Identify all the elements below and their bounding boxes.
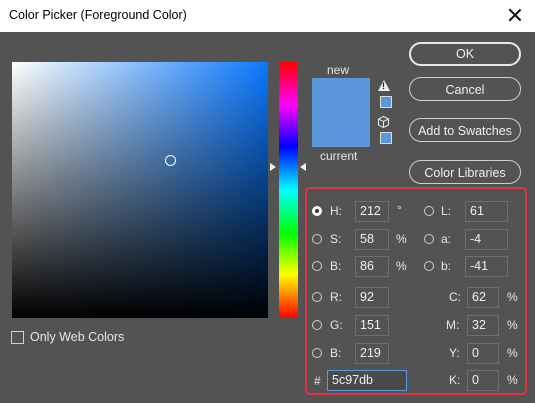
lightness-input[interactable]: 61: [465, 201, 508, 222]
only-web-colors-label: Only Web Colors: [30, 330, 125, 344]
black-input[interactable]: 0: [467, 370, 499, 391]
yellow-input[interactable]: 0: [467, 343, 499, 364]
add-to-swatches-button[interactable]: Add to Swatches: [409, 118, 521, 142]
green-input[interactable]: 151: [355, 315, 389, 336]
brightness-label: B:: [330, 259, 342, 273]
lightness-label: L:: [441, 204, 452, 218]
window-title: Color Picker (Foreground Color): [9, 8, 187, 22]
title-bar: Color Picker (Foreground Color): [0, 0, 535, 32]
green-label: G:: [330, 318, 343, 332]
hue-slider[interactable]: [279, 62, 298, 318]
magenta-unit: %: [507, 318, 518, 332]
color-libraries-button[interactable]: Color Libraries: [409, 160, 521, 184]
color-field[interactable]: [12, 62, 268, 318]
saturation-label: S:: [330, 232, 342, 246]
saturation-input[interactable]: 58: [355, 229, 389, 250]
cyan-unit: %: [507, 290, 518, 304]
magenta-input[interactable]: 32: [467, 315, 499, 336]
brightness-input[interactable]: 86: [355, 256, 389, 277]
web-safe-color-swatch[interactable]: [380, 132, 392, 144]
color-field-cursor[interactable]: [165, 155, 176, 166]
blue-radio[interactable]: [312, 348, 322, 358]
new-color-swatch: [312, 78, 370, 114]
current-color-swatch[interactable]: [312, 114, 370, 147]
cancel-button[interactable]: Cancel: [409, 77, 521, 101]
black-unit: %: [507, 373, 518, 387]
hex-input[interactable]: 5c97db: [327, 370, 407, 391]
red-input[interactable]: 92: [355, 287, 389, 308]
current-color-label: current: [320, 149, 358, 163]
a-channel-label: a:: [441, 232, 452, 246]
red-label: R:: [330, 290, 342, 304]
b-channel-input[interactable]: -41: [465, 256, 508, 277]
yellow-label: Y:: [449, 346, 460, 360]
lightness-radio[interactable]: [424, 206, 434, 216]
a-channel-input[interactable]: -4: [465, 229, 508, 250]
hue-unit: °: [397, 203, 402, 217]
new-color-label: new: [327, 63, 350, 77]
green-radio[interactable]: [312, 320, 322, 330]
b-channel-radio[interactable]: [424, 261, 434, 271]
saturation-radio[interactable]: [312, 234, 322, 244]
web-safe-cube-icon[interactable]: [378, 116, 389, 128]
cyan-label: C:: [449, 290, 461, 304]
saturation-unit: %: [396, 232, 407, 246]
hue-input[interactable]: 212: [355, 201, 389, 222]
brightness-unit: %: [396, 259, 407, 273]
cyan-input[interactable]: 62: [467, 287, 499, 308]
hue-slider-left-arrow-icon[interactable]: [270, 163, 276, 171]
hue-slider-right-arrow-icon[interactable]: [300, 163, 306, 171]
brightness-radio[interactable]: [312, 261, 322, 271]
magenta-label: M:: [446, 318, 460, 332]
close-icon[interactable]: [505, 5, 525, 25]
black-label: K:: [449, 373, 461, 387]
red-radio[interactable]: [312, 292, 322, 302]
yellow-unit: %: [507, 346, 518, 360]
hue-radio[interactable]: [312, 206, 322, 216]
only-web-colors-checkbox[interactable]: [11, 331, 24, 344]
hue-label: H:: [330, 204, 342, 218]
a-channel-radio[interactable]: [424, 234, 434, 244]
out-of-gamut-warning-icon[interactable]: [378, 80, 390, 91]
b-channel-label: b:: [441, 259, 452, 273]
hex-label: #: [314, 374, 321, 388]
ok-button[interactable]: OK: [409, 42, 521, 66]
gamut-color-swatch[interactable]: [380, 96, 392, 108]
blue-input[interactable]: 219: [355, 343, 389, 364]
blue-label: B:: [330, 346, 342, 360]
